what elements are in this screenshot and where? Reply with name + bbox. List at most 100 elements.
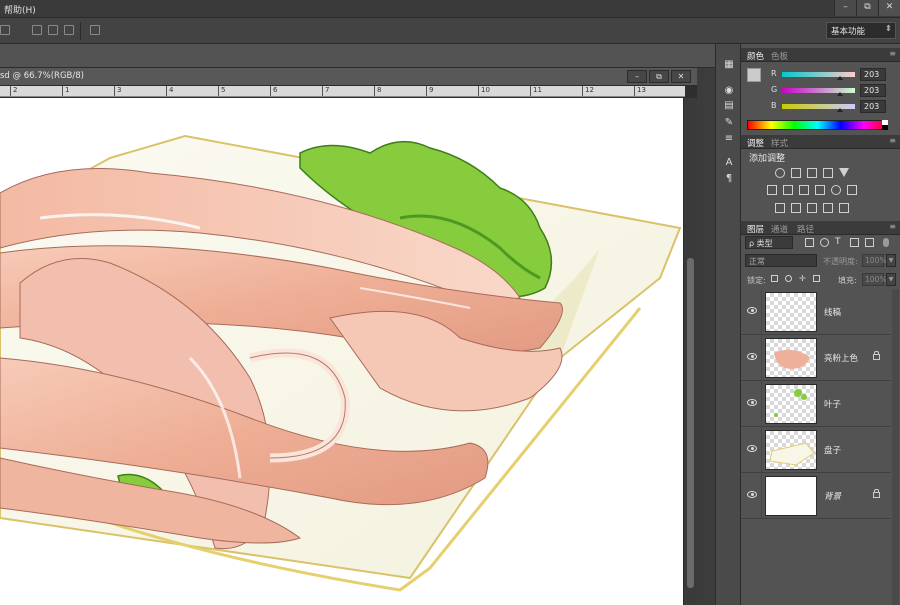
lock-all-icon[interactable] xyxy=(813,275,820,282)
brush-presets-icon[interactable]: ≡ xyxy=(722,132,736,145)
menubar: 帮助(H) – ⧉ ✕ xyxy=(0,0,900,18)
slider-knob[interactable] xyxy=(837,76,843,80)
distribute-icon[interactable] xyxy=(0,25,10,35)
menu-help[interactable]: 帮助(H) xyxy=(4,3,36,16)
layer-filter-select[interactable]: ρ 类型 xyxy=(745,236,793,249)
color-lookup-icon[interactable] xyxy=(847,185,857,195)
exposure-icon[interactable] xyxy=(823,168,833,178)
slider-b[interactable] xyxy=(782,104,855,109)
invert-icon[interactable] xyxy=(775,203,785,213)
filter-type-icon[interactable]: T xyxy=(835,238,844,247)
filter-smart-object-icon[interactable] xyxy=(865,238,874,247)
lock-transparent-icon[interactable] xyxy=(771,275,778,282)
vibrance-icon[interactable] xyxy=(839,168,849,177)
channel-value-g[interactable]: 203 xyxy=(860,84,886,97)
posterize-icon[interactable] xyxy=(791,203,801,213)
workspace-select[interactable]: 基本功能 ⬍ xyxy=(826,22,896,39)
tab-adjustments[interactable]: 调整 xyxy=(747,137,764,149)
layer-name[interactable]: 亮粉上色 xyxy=(824,352,858,364)
layer-name[interactable]: 盘子 xyxy=(824,444,841,456)
fg-bg-swatches[interactable] xyxy=(747,68,769,90)
layer-row[interactable]: 盘子 xyxy=(741,427,891,473)
blend-mode-select[interactable]: 正常 xyxy=(745,254,817,267)
tab-color[interactable]: 颜色 xyxy=(747,50,764,62)
foreground-swatch[interactable] xyxy=(747,68,761,82)
panel-menu-icon[interactable]: ≡ xyxy=(889,49,896,58)
restore-button[interactable]: ⧉ xyxy=(856,0,878,16)
doc-close-button[interactable]: ✕ xyxy=(671,70,691,83)
doc-minimize-button[interactable]: – xyxy=(627,70,647,83)
right-panels: 颜色 色板 ≡ R 203 G 203 B 203 调整 样式 ≡ 添加调整 图… xyxy=(741,44,900,605)
visibility-eye-icon[interactable] xyxy=(747,353,757,360)
visibility-eye-icon[interactable] xyxy=(747,307,757,314)
tab-layers[interactable]: 图层 xyxy=(747,223,764,235)
visibility-eye-icon[interactable] xyxy=(747,399,757,406)
minimize-button[interactable]: – xyxy=(834,0,856,16)
channel-mixer-icon[interactable] xyxy=(831,185,841,195)
properties-icon[interactable]: ▤ xyxy=(722,99,736,112)
opacity-stepper[interactable]: ▼ xyxy=(886,254,896,267)
lock-pixels-icon[interactable] xyxy=(785,275,792,282)
tab-paths[interactable]: 路径 xyxy=(797,223,814,235)
panel-menu-icon[interactable]: ≡ xyxy=(889,136,896,145)
color-spectrum[interactable] xyxy=(747,120,888,130)
align-left-icon[interactable] xyxy=(32,25,42,35)
ruler-tick: 7 xyxy=(322,86,329,96)
hue-saturation-icon[interactable] xyxy=(767,185,777,195)
filter-pixel-icon[interactable] xyxy=(805,238,814,247)
gradient-map-icon[interactable] xyxy=(839,203,849,213)
filter-toggle[interactable] xyxy=(883,238,889,247)
align-right-icon[interactable] xyxy=(64,25,74,35)
vertical-scrollbar[interactable] xyxy=(683,98,697,605)
brightness-icon[interactable] xyxy=(775,168,785,178)
slider-r[interactable] xyxy=(782,72,855,77)
brush-icon[interactable]: ✎ xyxy=(722,116,736,129)
visibility-eye-icon[interactable] xyxy=(747,445,757,452)
layer-row[interactable]: 背景 xyxy=(741,473,891,519)
slider-knob[interactable] xyxy=(837,108,843,112)
scrollbar-thumb[interactable] xyxy=(687,258,694,588)
filter-adjustment-icon[interactable] xyxy=(820,238,829,247)
canvas[interactable] xyxy=(0,98,683,605)
layer-row[interactable]: 线稿 xyxy=(741,289,891,335)
filter-shape-icon[interactable] xyxy=(850,238,859,247)
doc-restore-button[interactable]: ⧉ xyxy=(649,70,669,83)
paragraph-icon[interactable]: ¶ xyxy=(722,172,736,185)
layers-scrollbar[interactable] xyxy=(892,289,899,605)
black-white-swatch[interactable] xyxy=(882,120,888,130)
auto-align-icon[interactable] xyxy=(90,25,100,35)
align-center-icon[interactable] xyxy=(48,25,58,35)
fill-label: 填充: xyxy=(838,276,857,285)
layer-row[interactable]: 亮粉上色 xyxy=(741,335,891,381)
document-titlebar[interactable]: sd @ 66.7%(RGB/8) – ⧉ ✕ xyxy=(0,68,697,86)
levels-icon[interactable] xyxy=(791,168,801,178)
opacity-input[interactable]: 100% xyxy=(862,254,886,267)
tab-swatches[interactable]: 色板 xyxy=(771,50,788,62)
slider-knob[interactable] xyxy=(837,92,843,96)
character-icon[interactable]: A xyxy=(722,156,736,169)
slider-g[interactable] xyxy=(782,88,855,93)
fill-input[interactable]: 100% xyxy=(862,273,886,286)
tab-channels[interactable]: 通道 xyxy=(771,223,788,235)
layer-name[interactable]: 线稿 xyxy=(824,306,841,318)
actions-icon[interactable]: ◉ xyxy=(722,84,736,97)
tab-styles[interactable]: 样式 xyxy=(771,137,788,149)
channel-value-b[interactable]: 203 xyxy=(860,100,886,113)
visibility-eye-icon[interactable] xyxy=(747,491,757,498)
color-panel-header: 颜色 色板 ≡ xyxy=(741,48,900,62)
layer-name[interactable]: 叶子 xyxy=(824,398,841,410)
history-icon[interactable]: ▦ xyxy=(722,58,736,71)
channel-value-r[interactable]: 203 xyxy=(860,68,886,81)
selective-color-icon[interactable] xyxy=(823,203,833,213)
fill-stepper[interactable]: ▼ xyxy=(886,273,896,286)
panel-menu-icon[interactable]: ≡ xyxy=(889,222,896,231)
photo-filter-icon[interactable] xyxy=(815,185,825,195)
curves-icon[interactable] xyxy=(807,168,817,178)
black-white-icon[interactable] xyxy=(799,185,809,195)
threshold-icon[interactable] xyxy=(807,203,817,213)
lock-position-icon[interactable]: ✛ xyxy=(799,275,806,283)
close-button[interactable]: ✕ xyxy=(878,0,900,16)
color-balance-icon[interactable] xyxy=(783,185,793,195)
layer-row[interactable]: 叶子 xyxy=(741,381,891,427)
layer-name[interactable]: 背景 xyxy=(824,490,841,502)
